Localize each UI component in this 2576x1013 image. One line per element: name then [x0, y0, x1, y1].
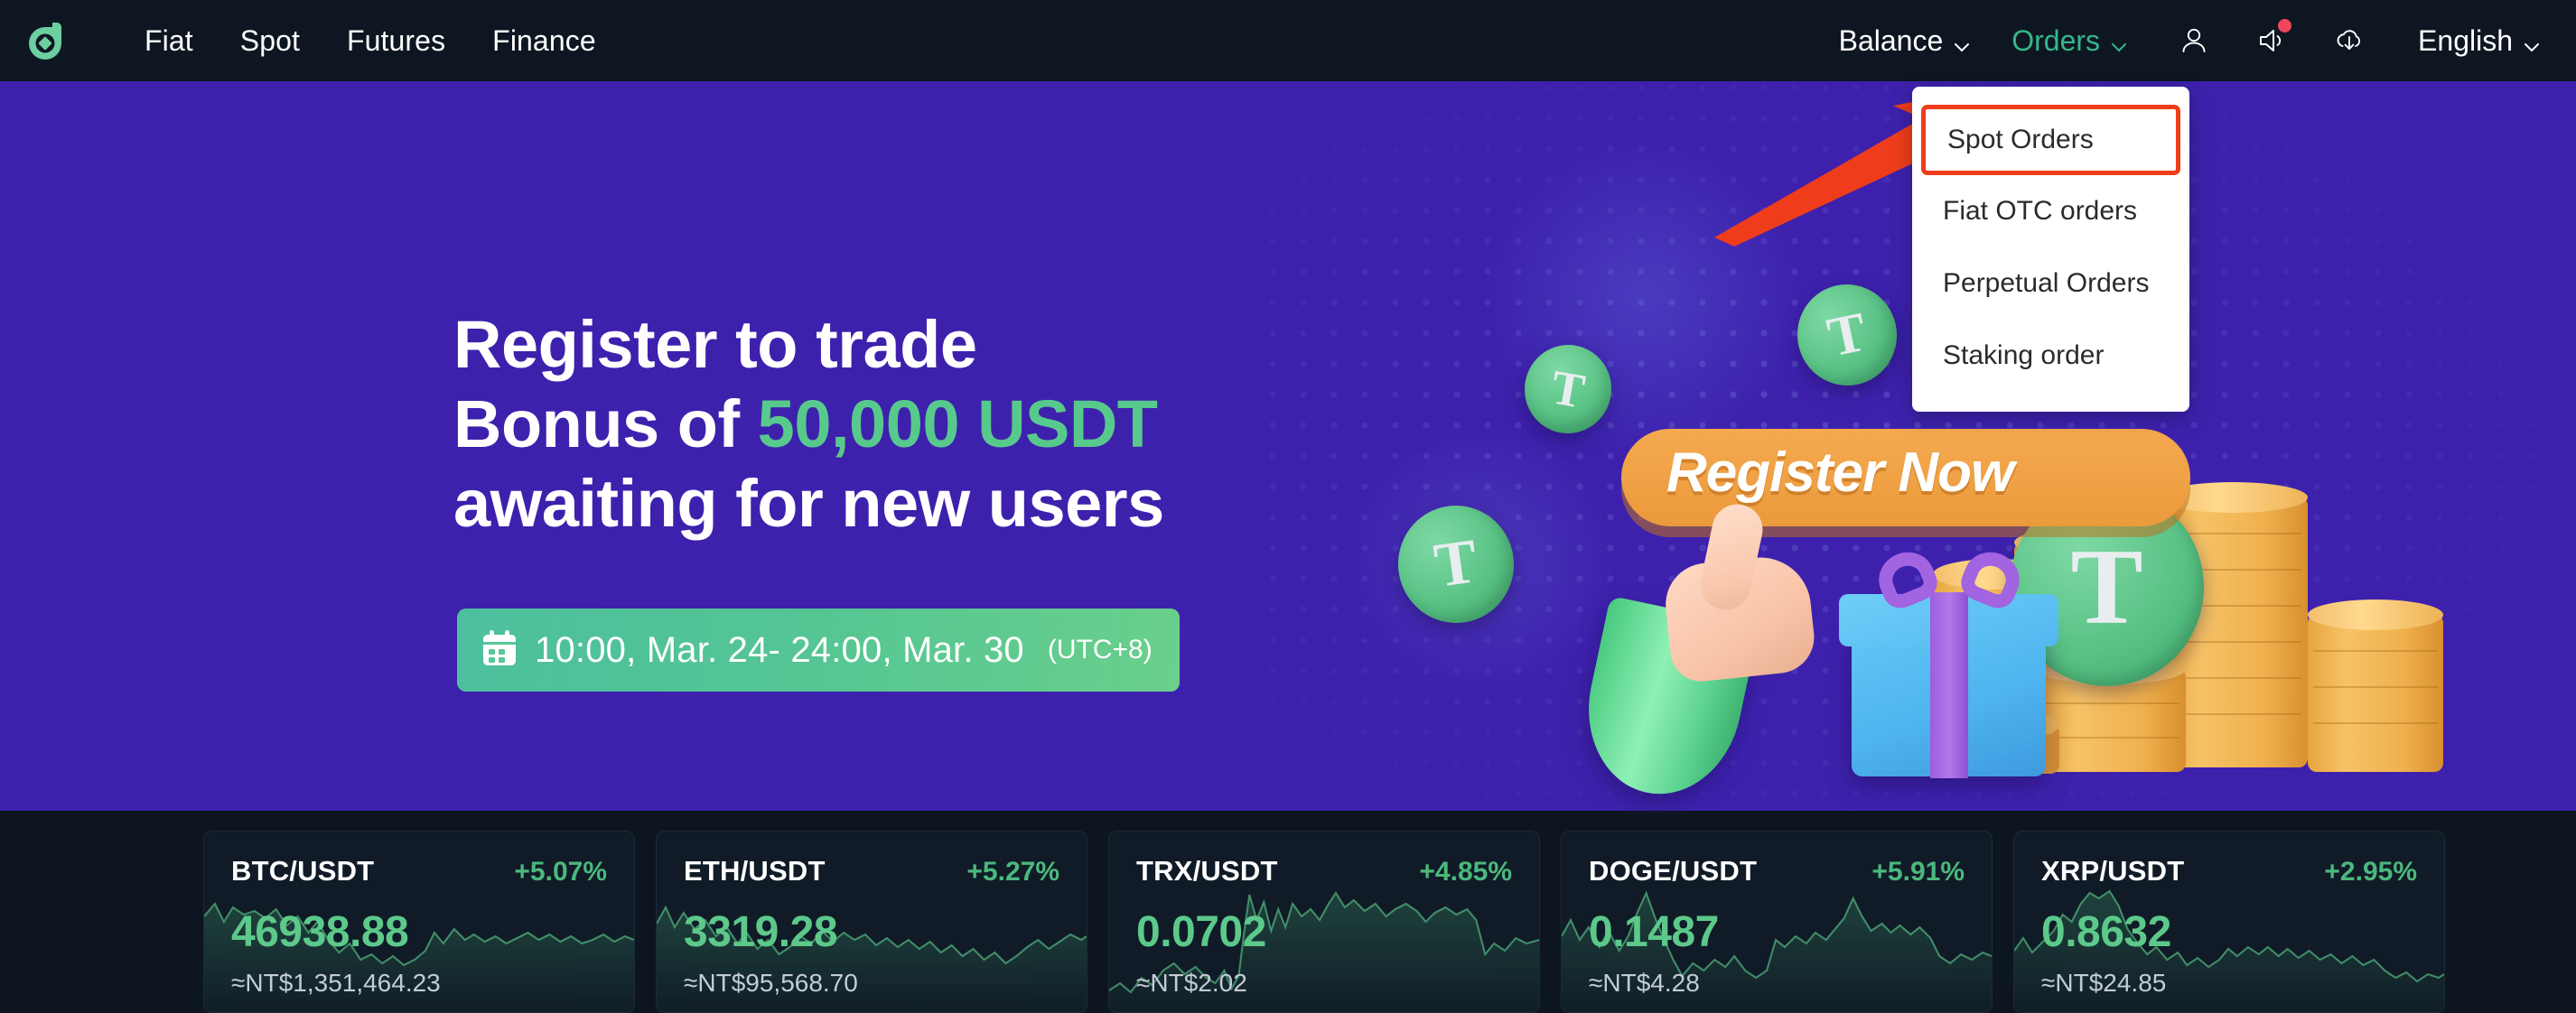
usdt-coin-icon: T — [1787, 274, 1907, 395]
header-right-actions: Balance Orders English — [1839, 0, 2542, 81]
orders-label: Orders — [2011, 23, 2101, 57]
ticker-pair: XRP/USDT — [2041, 855, 2185, 887]
headline-line-1: Register to trade — [453, 307, 977, 382]
event-date-text: 10:00, Mar. 24- 24:00, Mar. 30 — [535, 629, 1024, 670]
dropdown-item-perpetual-orders[interactable]: Perpetual Orders — [1912, 247, 2189, 320]
ticker-pair: DOGE/USDT — [1589, 855, 1758, 887]
dgg-logo-icon[interactable] — [20, 15, 70, 66]
top-header: Fiat Spot Futures Finance Balance Orders — [0, 0, 2576, 81]
ticker-price: 0.8632 — [2041, 908, 2171, 956]
headline-bonus-amount: 50,000 USDT — [757, 386, 1158, 461]
chevron-down-icon — [2109, 31, 2129, 52]
register-now-label: Register Now — [1666, 441, 2014, 504]
ticker-change: +5.27% — [966, 857, 1059, 887]
ticker-pair: BTC/USDT — [231, 855, 375, 887]
nav-link-finance[interactable]: Finance — [492, 24, 596, 58]
ticker-change: +2.95% — [2324, 857, 2417, 887]
ticker-price: 0.0702 — [1136, 908, 1266, 956]
ticker-pair: ETH/USDT — [684, 855, 826, 887]
ticker-card-doge[interactable]: DOGE/USDT +5.91% 0.1487 ≈NT$4.28 — [1561, 831, 1993, 1013]
market-ticker-row: BTC/USDT +5.07% 46938.88 ≈NT$1,351,464.2… — [0, 811, 2576, 1013]
chevron-down-icon — [1952, 31, 1972, 52]
ticker-change: +4.85% — [1419, 857, 1512, 887]
coin-stack — [2308, 599, 2443, 772]
announcement-speaker-icon[interactable] — [2246, 15, 2297, 66]
calendar-icon — [481, 628, 518, 673]
primary-nav: Fiat Spot Futures Finance — [145, 0, 596, 81]
gift-box — [1839, 544, 2058, 778]
event-date-badge: 10:00, Mar. 24- 24:00, Mar. 30 (UTC+8) — [457, 609, 1180, 692]
download-cloud-icon[interactable] — [2324, 15, 2375, 66]
ticker-price: 3319.28 — [684, 908, 838, 956]
orders-dropdown-menu: Spot Orders Fiat OTC orders Perpetual Or… — [1912, 87, 2189, 412]
chevron-down-icon — [2522, 31, 2542, 52]
orders-menu[interactable]: Orders — [2011, 24, 2129, 58]
dropdown-item-spot-orders[interactable]: Spot Orders — [1921, 105, 2180, 175]
ticker-price: 0.1487 — [1589, 908, 1719, 956]
user-icon[interactable] — [2169, 15, 2219, 66]
ticker-change: +5.07% — [514, 857, 607, 887]
ticker-fiat-value: ≈NT$4.28 — [1589, 969, 1700, 997]
event-timezone: (UTC+8) — [1047, 635, 1153, 664]
nav-link-futures[interactable]: Futures — [347, 24, 445, 58]
headline-line-3: awaiting for new users — [453, 466, 1164, 541]
dropdown-item-staking-order[interactable]: Staking order — [1912, 320, 2189, 392]
balance-menu[interactable]: Balance — [1839, 24, 1973, 58]
language-label: English — [2418, 23, 2513, 57]
nav-link-fiat[interactable]: Fiat — [145, 24, 193, 58]
dropdown-item-fiat-otc-orders[interactable]: Fiat OTC orders — [1912, 175, 2189, 247]
ticker-pair: TRX/USDT — [1136, 855, 1278, 887]
notification-badge — [2278, 19, 2292, 33]
ticker-fiat-value: ≈NT$1,351,464.23 — [231, 969, 441, 997]
headline-line-2: Bonus of 50,000 USDT — [453, 385, 1411, 464]
headline-line-2-prefix: Bonus of — [453, 386, 758, 461]
ticker-change: +5.91% — [1871, 857, 1965, 887]
language-selector[interactable]: English — [2418, 24, 2542, 58]
nav-link-spot[interactable]: Spot — [240, 24, 300, 58]
hero-headline: Register to trade Bonus of 50,000 USDT a… — [453, 305, 1411, 544]
promo-banner: T T T T Register Now Register to trade B… — [0, 81, 2576, 811]
ticker-fiat-value: ≈NT$95,568.70 — [684, 969, 858, 997]
ticker-card-trx[interactable]: TRX/USDT +4.85% 0.0702 ≈NT$2.02 — [1108, 831, 1540, 1013]
ticker-card-eth[interactable]: ETH/USDT +5.27% 3319.28 ≈NT$95,568.70 — [656, 831, 1087, 1013]
usdt-coin-icon: T — [1517, 338, 1619, 441]
balance-label: Balance — [1838, 23, 1944, 57]
ticker-card-btc[interactable]: BTC/USDT +5.07% 46938.88 ≈NT$1,351,464.2… — [203, 831, 635, 1013]
ticker-fiat-value: ≈NT$24.85 — [2041, 969, 2167, 997]
ticker-card-xrp[interactable]: XRP/USDT +2.95% 0.8632 ≈NT$24.85 — [2013, 831, 2445, 1013]
ticker-price: 46938.88 — [231, 908, 409, 956]
ticker-fiat-value: ≈NT$2.02 — [1136, 969, 1247, 997]
